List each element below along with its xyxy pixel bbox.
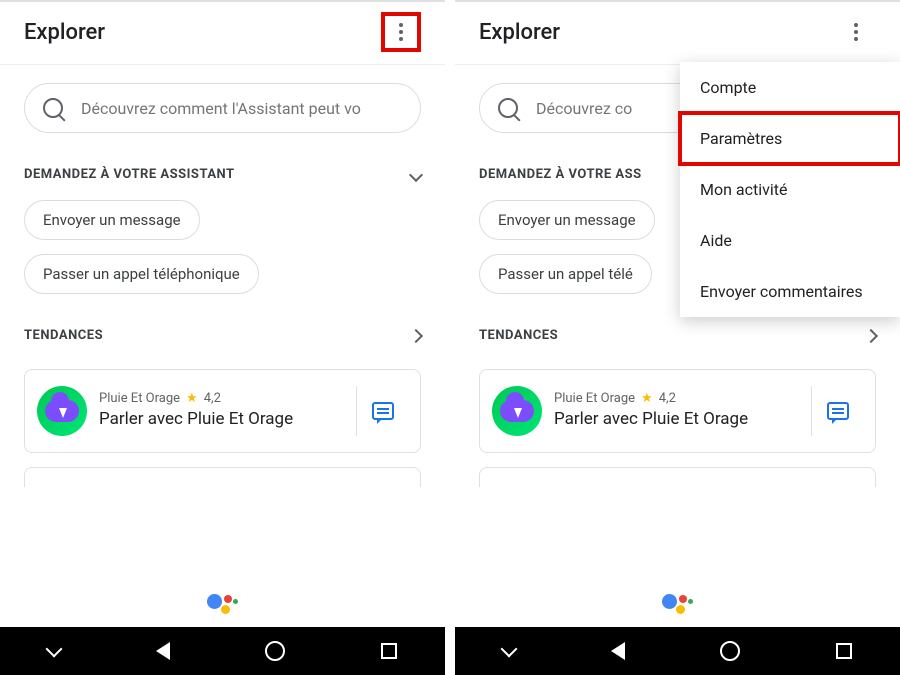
trend-rating: 4,2 [659,391,676,406]
next-card-peek [24,467,421,487]
trends-section-header[interactable]: TENDANCES [0,300,445,355]
nav-back-button[interactable] [156,642,170,660]
more-vert-icon [399,23,403,41]
suggestion-chips: Envoyer un message Passer un appel télép… [0,194,445,300]
google-assistant-icon[interactable] [207,592,239,616]
more-vert-icon [854,23,858,41]
chip-phone-call[interactable]: Passer un appel téléphonique [24,254,259,294]
menu-item-my-activity[interactable]: Mon activité [680,164,900,215]
search-input[interactable] [81,99,402,118]
ask-assistant-section-header[interactable]: DEMANDEZ À VOTRE ASSISTANT [0,139,445,194]
chip-phone-call[interactable]: Passer un appel télé [479,254,652,294]
phone-right: Explorer DEMANDEZ À VOTRE ASS Envoyer un… [455,0,900,675]
chat-icon [827,402,849,420]
search-container [0,65,445,139]
ask-assistant-label: DEMANDEZ À VOTRE ASS [479,167,642,182]
trends-label: TENDANCES [479,328,558,343]
trend-provider: Pluie Et Orage [554,391,635,406]
star-icon: ★ [641,391,653,406]
chat-icon [372,402,394,420]
search-icon [43,98,63,118]
app-header: Explorer [0,2,445,65]
menu-item-settings[interactable]: Paramètres [680,113,900,164]
overflow-menu-button[interactable] [381,12,421,52]
chevron-down-icon [409,167,423,181]
search-icon [498,98,518,118]
nav-expand-icon[interactable] [500,641,517,658]
nav-recent-button[interactable] [381,643,397,659]
trend-meta: Pluie Et Orage ★ 4,2 [99,391,344,406]
next-card-peek [479,467,876,487]
nav-home-button[interactable] [265,641,285,661]
trend-meta: Pluie Et Orage ★ 4,2 [554,391,799,406]
trend-body: Pluie Et Orage ★ 4,2 Parler avec Pluie E… [99,391,344,430]
nav-back-button[interactable] [611,642,625,660]
android-nav-bar [0,627,445,675]
nav-home-button[interactable] [720,641,740,661]
trend-body: Pluie Et Orage ★ 4,2 Parler avec Pluie E… [554,391,799,430]
star-icon: ★ [186,391,198,406]
google-assistant-icon[interactable] [662,592,694,616]
nav-recent-button[interactable] [836,643,852,659]
assistant-logo-row [455,591,900,617]
chat-action[interactable] [356,386,408,436]
android-nav-bar [455,627,900,675]
menu-item-send-feedback[interactable]: Envoyer commentaires [680,266,900,317]
chevron-right-icon [864,328,878,342]
ask-assistant-label: DEMANDEZ À VOTRE ASSISTANT [24,167,235,182]
chip-send-message[interactable]: Envoyer un message [479,200,655,240]
phone-left: Explorer DEMANDEZ À VOTRE ASSISTANT Envo… [0,0,445,675]
trend-title: Parler avec Pluie Et Orage [554,408,799,430]
trend-card[interactable]: Pluie Et Orage ★ 4,2 Parler avec Pluie E… [479,369,876,453]
menu-item-account[interactable]: Compte [680,62,900,113]
trends-label: TENDANCES [24,328,103,343]
search-field[interactable] [24,83,421,133]
chip-send-message[interactable]: Envoyer un message [24,200,200,240]
trend-rating: 4,2 [204,391,221,406]
menu-item-help[interactable]: Aide [680,215,900,266]
page-title: Explorer [24,20,105,45]
assistant-logo-row [0,591,445,617]
app-header: Explorer [455,2,900,65]
trend-title: Parler avec Pluie Et Orage [99,408,344,430]
overflow-menu-button[interactable] [836,12,876,52]
trend-provider: Pluie Et Orage [99,391,180,406]
weather-app-icon [37,386,87,436]
trend-card[interactable]: Pluie Et Orage ★ 4,2 Parler avec Pluie E… [24,369,421,453]
weather-app-icon [492,386,542,436]
page-title: Explorer [479,20,560,45]
overflow-menu: Compte Paramètres Mon activité Aide Envo… [680,62,900,317]
chat-action[interactable] [811,386,863,436]
nav-expand-icon[interactable] [45,641,62,658]
chevron-right-icon [409,328,423,342]
